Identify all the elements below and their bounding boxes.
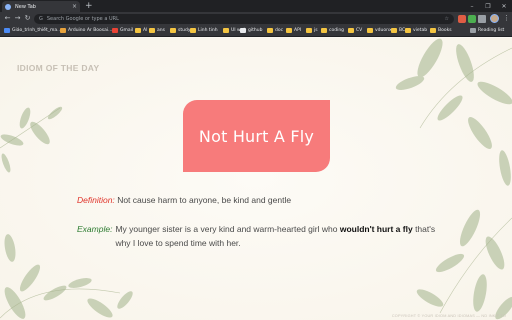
bookmark-label: Giáo_trình_thiết_ma...: [12, 28, 62, 33]
bookmark-label: vietab: [413, 28, 428, 33]
bookmark-item[interactable]: Arduino Ar Boosai...: [60, 28, 112, 33]
reading-list-icon: [470, 28, 476, 33]
bookmark-item[interactable]: CV: [348, 28, 362, 33]
bookmark-label: API: [294, 28, 302, 33]
reading-list-label: Reading list: [478, 28, 505, 33]
bookmark-item[interactable]: AI: [135, 28, 147, 33]
folder-icon: [391, 28, 397, 33]
definition-label: Definition:: [77, 195, 115, 205]
folder-icon: [286, 28, 292, 33]
leaf-decoration: [0, 38, 512, 320]
folder-icon: [223, 28, 229, 33]
folder-icon: [267, 28, 273, 33]
folder-icon: [60, 28, 66, 33]
bookmark-label: Arduino Ar Boosai...: [68, 28, 113, 33]
bookmark-label: vduonx: [375, 28, 392, 33]
bookmark-star-icon[interactable]: ☆: [445, 16, 449, 22]
folder-icon: [190, 28, 196, 33]
new-tab-page: IDIOM OF THE DAY Not Hurt A Fly Definiti…: [0, 38, 512, 320]
bookmark-item[interactable]: Gmail: [112, 28, 133, 33]
bookmark-item[interactable]: js: [306, 28, 318, 33]
browser-toolbar: ← → ↻ G Search Google or type a URL ☆ ⋮: [0, 12, 512, 26]
example-text: My younger sister is a very kind and war…: [115, 222, 447, 250]
bookmark-item[interactable]: Giáo_trình_thiết_ma...: [4, 28, 61, 33]
bookmark-item[interactable]: github: [240, 28, 262, 33]
bookmark-label: study: [178, 28, 191, 33]
bookmark-label: coding: [329, 28, 345, 33]
folder-icon: [348, 28, 354, 33]
bookmark-item[interactable]: ans: [149, 28, 165, 33]
minimize-button[interactable]: –: [464, 0, 480, 12]
back-arrow-icon[interactable]: ←: [3, 14, 12, 23]
bookmark-item[interactable]: doc: [267, 28, 283, 33]
bookmark-label: doc: [275, 28, 284, 33]
puzzle-extensions-icon[interactable]: [478, 15, 486, 23]
example-label: Example:: [77, 224, 113, 234]
definition-row: Definition: Not cause harm to anyone, be…: [77, 195, 291, 205]
bookmark-label: ans: [157, 28, 165, 33]
folder-icon: [4, 28, 10, 33]
bookmark-label: js: [314, 28, 318, 33]
folder-icon: [430, 28, 436, 33]
close-window-button[interactable]: ✕: [496, 0, 512, 12]
folder-icon: [405, 28, 411, 33]
idiom-card: Not Hurt A Fly: [183, 100, 330, 172]
address-bar-placeholder: Search Google or type a URL: [46, 16, 119, 22]
folder-icon: [367, 28, 373, 33]
github-icon: [240, 28, 246, 33]
bookmark-item[interactable]: Linh tinh: [190, 28, 218, 33]
section-label: IDIOM OF THE DAY: [17, 63, 100, 73]
address-bar[interactable]: G Search Google or type a URL ☆: [34, 14, 454, 24]
bookmark-label: github: [248, 28, 263, 33]
tab-new-tab[interactable]: New Tab ×: [2, 1, 80, 12]
bookmark-item[interactable]: coding: [321, 28, 344, 33]
folder-icon: [321, 28, 327, 33]
copyright-text: COPYRIGHT © YOUR IDIOM AND IDIOMAS — ND …: [391, 314, 506, 318]
idiom-title: Not Hurt A Fly: [198, 126, 315, 146]
bookmark-item[interactable]: API: [286, 28, 301, 33]
maximize-button[interactable]: ❐: [480, 0, 496, 12]
bookmark-item[interactable]: vduonx: [367, 28, 392, 33]
bookmark-label: AI: [143, 28, 148, 33]
bookmark-label: CV: [356, 28, 363, 33]
tab-close-icon[interactable]: ×: [72, 3, 77, 10]
google-g-icon: G: [39, 16, 43, 22]
tab-strip: New Tab × + – ❐ ✕: [0, 0, 512, 12]
example-text-before: My younger sister is a very kind and war…: [115, 224, 340, 234]
bookmark-item[interactable]: vietab: [405, 28, 427, 33]
folder-icon: [306, 28, 312, 33]
reload-icon[interactable]: ↻: [23, 14, 32, 23]
folder-icon: [135, 28, 141, 33]
bookmarks-bar: Giáo_trình_thiết_ma... Arduino Ar Boosai.…: [0, 26, 512, 37]
extension-icon[interactable]: [458, 15, 466, 23]
example-idiom-highlight: wouldn't hurt a fly: [339, 224, 413, 234]
extension-icon[interactable]: [468, 15, 476, 23]
bookmark-label: Books: [438, 28, 452, 33]
profile-avatar[interactable]: [490, 14, 499, 23]
more-menu-icon[interactable]: ⋮: [503, 14, 510, 23]
window-controls: – ❐ ✕: [464, 0, 512, 12]
folder-icon: [149, 28, 155, 33]
reading-list-button[interactable]: Reading list: [470, 28, 504, 33]
tab-favicon-icon: [5, 3, 11, 10]
bookmark-item[interactable]: BC: [391, 28, 405, 33]
gmail-icon: [112, 28, 118, 33]
forward-arrow-icon[interactable]: →: [13, 14, 22, 23]
bookmark-label: Gmail: [120, 28, 134, 33]
tab-title: New Tab: [15, 3, 36, 10]
bookmark-label: Linh tinh: [198, 28, 218, 33]
folder-icon: [170, 28, 176, 33]
new-tab-button[interactable]: +: [85, 1, 93, 11]
example-row: Example: My younger sister is a very kin…: [77, 222, 447, 250]
definition-text: Not cause harm to anyone, be kind and ge…: [117, 195, 292, 205]
bookmark-item[interactable]: Books: [430, 28, 452, 33]
bookmark-item[interactable]: study: [170, 28, 190, 33]
